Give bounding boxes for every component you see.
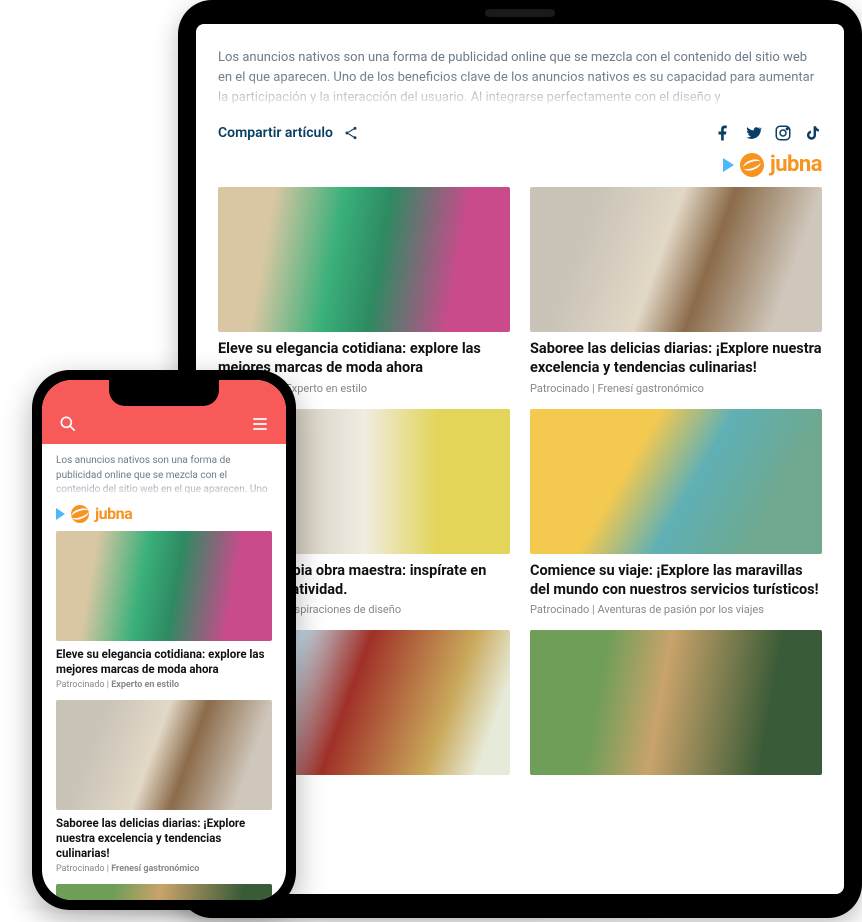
twitter-icon[interactable]	[744, 124, 762, 142]
share-button[interactable]: Compartir artículo	[218, 125, 359, 141]
brand-name: jubna	[95, 504, 132, 523]
ad-card-chef[interactable]: Saboree las delicias diarias: ¡Explore n…	[530, 187, 822, 395]
ad-sponsor: Patrocinado	[56, 680, 105, 690]
menu-icon[interactable]	[250, 414, 270, 434]
ad-card-fashion[interactable]: Eleve su elegancia cotidiana: explore la…	[56, 531, 272, 690]
ad-meta: Patrocinado | Aventuras de pasión por lo…	[530, 603, 822, 616]
facebook-icon[interactable]	[714, 124, 732, 142]
ad-title: Comience su viaje: ¡Explore las maravill…	[530, 562, 822, 600]
jubna-logo[interactable]: jubna	[740, 152, 822, 177]
article-excerpt: Los anuncios nativos son una forma de pu…	[218, 48, 822, 110]
ad-thumb	[530, 630, 822, 775]
ad-card-travel[interactable]: Comience su viaje: ¡Explore las maravill…	[530, 409, 822, 617]
brand-row: jubna	[56, 504, 272, 523]
ad-source: Frenesí gastronómico	[597, 382, 703, 395]
ad-thumb	[530, 409, 822, 554]
adchoices-icon[interactable]	[56, 508, 65, 520]
adchoices-icon[interactable]	[723, 158, 734, 172]
jubna-logo[interactable]: jubna	[71, 504, 132, 523]
ad-title: Saboree las delicias diarias: ¡Explore n…	[530, 340, 822, 378]
ad-meta: Patrocinado | Experto en estilo	[56, 680, 272, 690]
ad-thumb	[56, 700, 272, 810]
ad-card-people[interactable]	[530, 630, 822, 775]
ad-sponsor: Patrocinado	[530, 603, 589, 616]
globe-icon	[71, 505, 89, 523]
ad-source: Experto en estilo	[111, 680, 179, 690]
ad-card-people[interactable]	[56, 884, 272, 900]
ad-meta: Patrocinado | Frenesí gastronómico	[530, 382, 822, 395]
tablet-camera	[485, 9, 555, 17]
ad-card-fashion[interactable]: Eleve su elegancia cotidiana: explore la…	[218, 187, 510, 395]
share-row: Compartir artículo	[218, 124, 822, 142]
ad-thumb	[56, 884, 272, 900]
brand-name: jubna	[770, 152, 822, 177]
article-text: Los anuncios nativos son una forma de pu…	[56, 455, 268, 498]
ad-source: Experto en estilo	[285, 382, 367, 395]
phone-notch	[109, 380, 219, 406]
share-label: Compartir artículo	[218, 125, 333, 141]
article-text: Los anuncios nativos son una forma de pu…	[218, 48, 822, 108]
ad-source: Frenesí gastronómico	[111, 864, 199, 874]
ad-sponsor: Patrocinado	[530, 382, 589, 395]
ad-sponsor: Patrocinado	[56, 864, 105, 874]
phone-screen: Los anuncios nativos son una forma de pu…	[42, 380, 286, 900]
ad-source: Aventuras de pasión por los viajes	[597, 603, 763, 616]
ad-title: Eleve su elegancia cotidiana: explore la…	[56, 647, 272, 677]
ad-meta: Patrocinado | Frenesí gastronómico	[56, 864, 272, 874]
ad-thumb	[218, 187, 510, 332]
ad-title: Saboree las delicias diarias: ¡Explore n…	[56, 816, 272, 861]
tiktok-icon[interactable]	[804, 124, 822, 142]
share-icon	[343, 125, 359, 141]
phone-body: Los anuncios nativos son una forma de pu…	[42, 444, 286, 900]
phone-device: Los anuncios nativos son una forma de pu…	[32, 370, 296, 910]
ad-grid: Eleve su elegancia cotidiana: explore la…	[218, 187, 822, 775]
ad-thumb	[530, 187, 822, 332]
instagram-icon[interactable]	[774, 124, 792, 142]
ad-card-chef[interactable]: Saboree las delicias diarias: ¡Explore n…	[56, 700, 272, 874]
search-icon[interactable]	[58, 414, 78, 434]
ad-source: Inspiraciones de diseño	[285, 603, 401, 616]
ad-thumb	[56, 531, 272, 641]
brand-row: jubna	[218, 152, 822, 177]
social-icons	[714, 124, 822, 142]
article-excerpt: Los anuncios nativos son una forma de pu…	[56, 454, 272, 498]
globe-icon	[740, 153, 764, 177]
